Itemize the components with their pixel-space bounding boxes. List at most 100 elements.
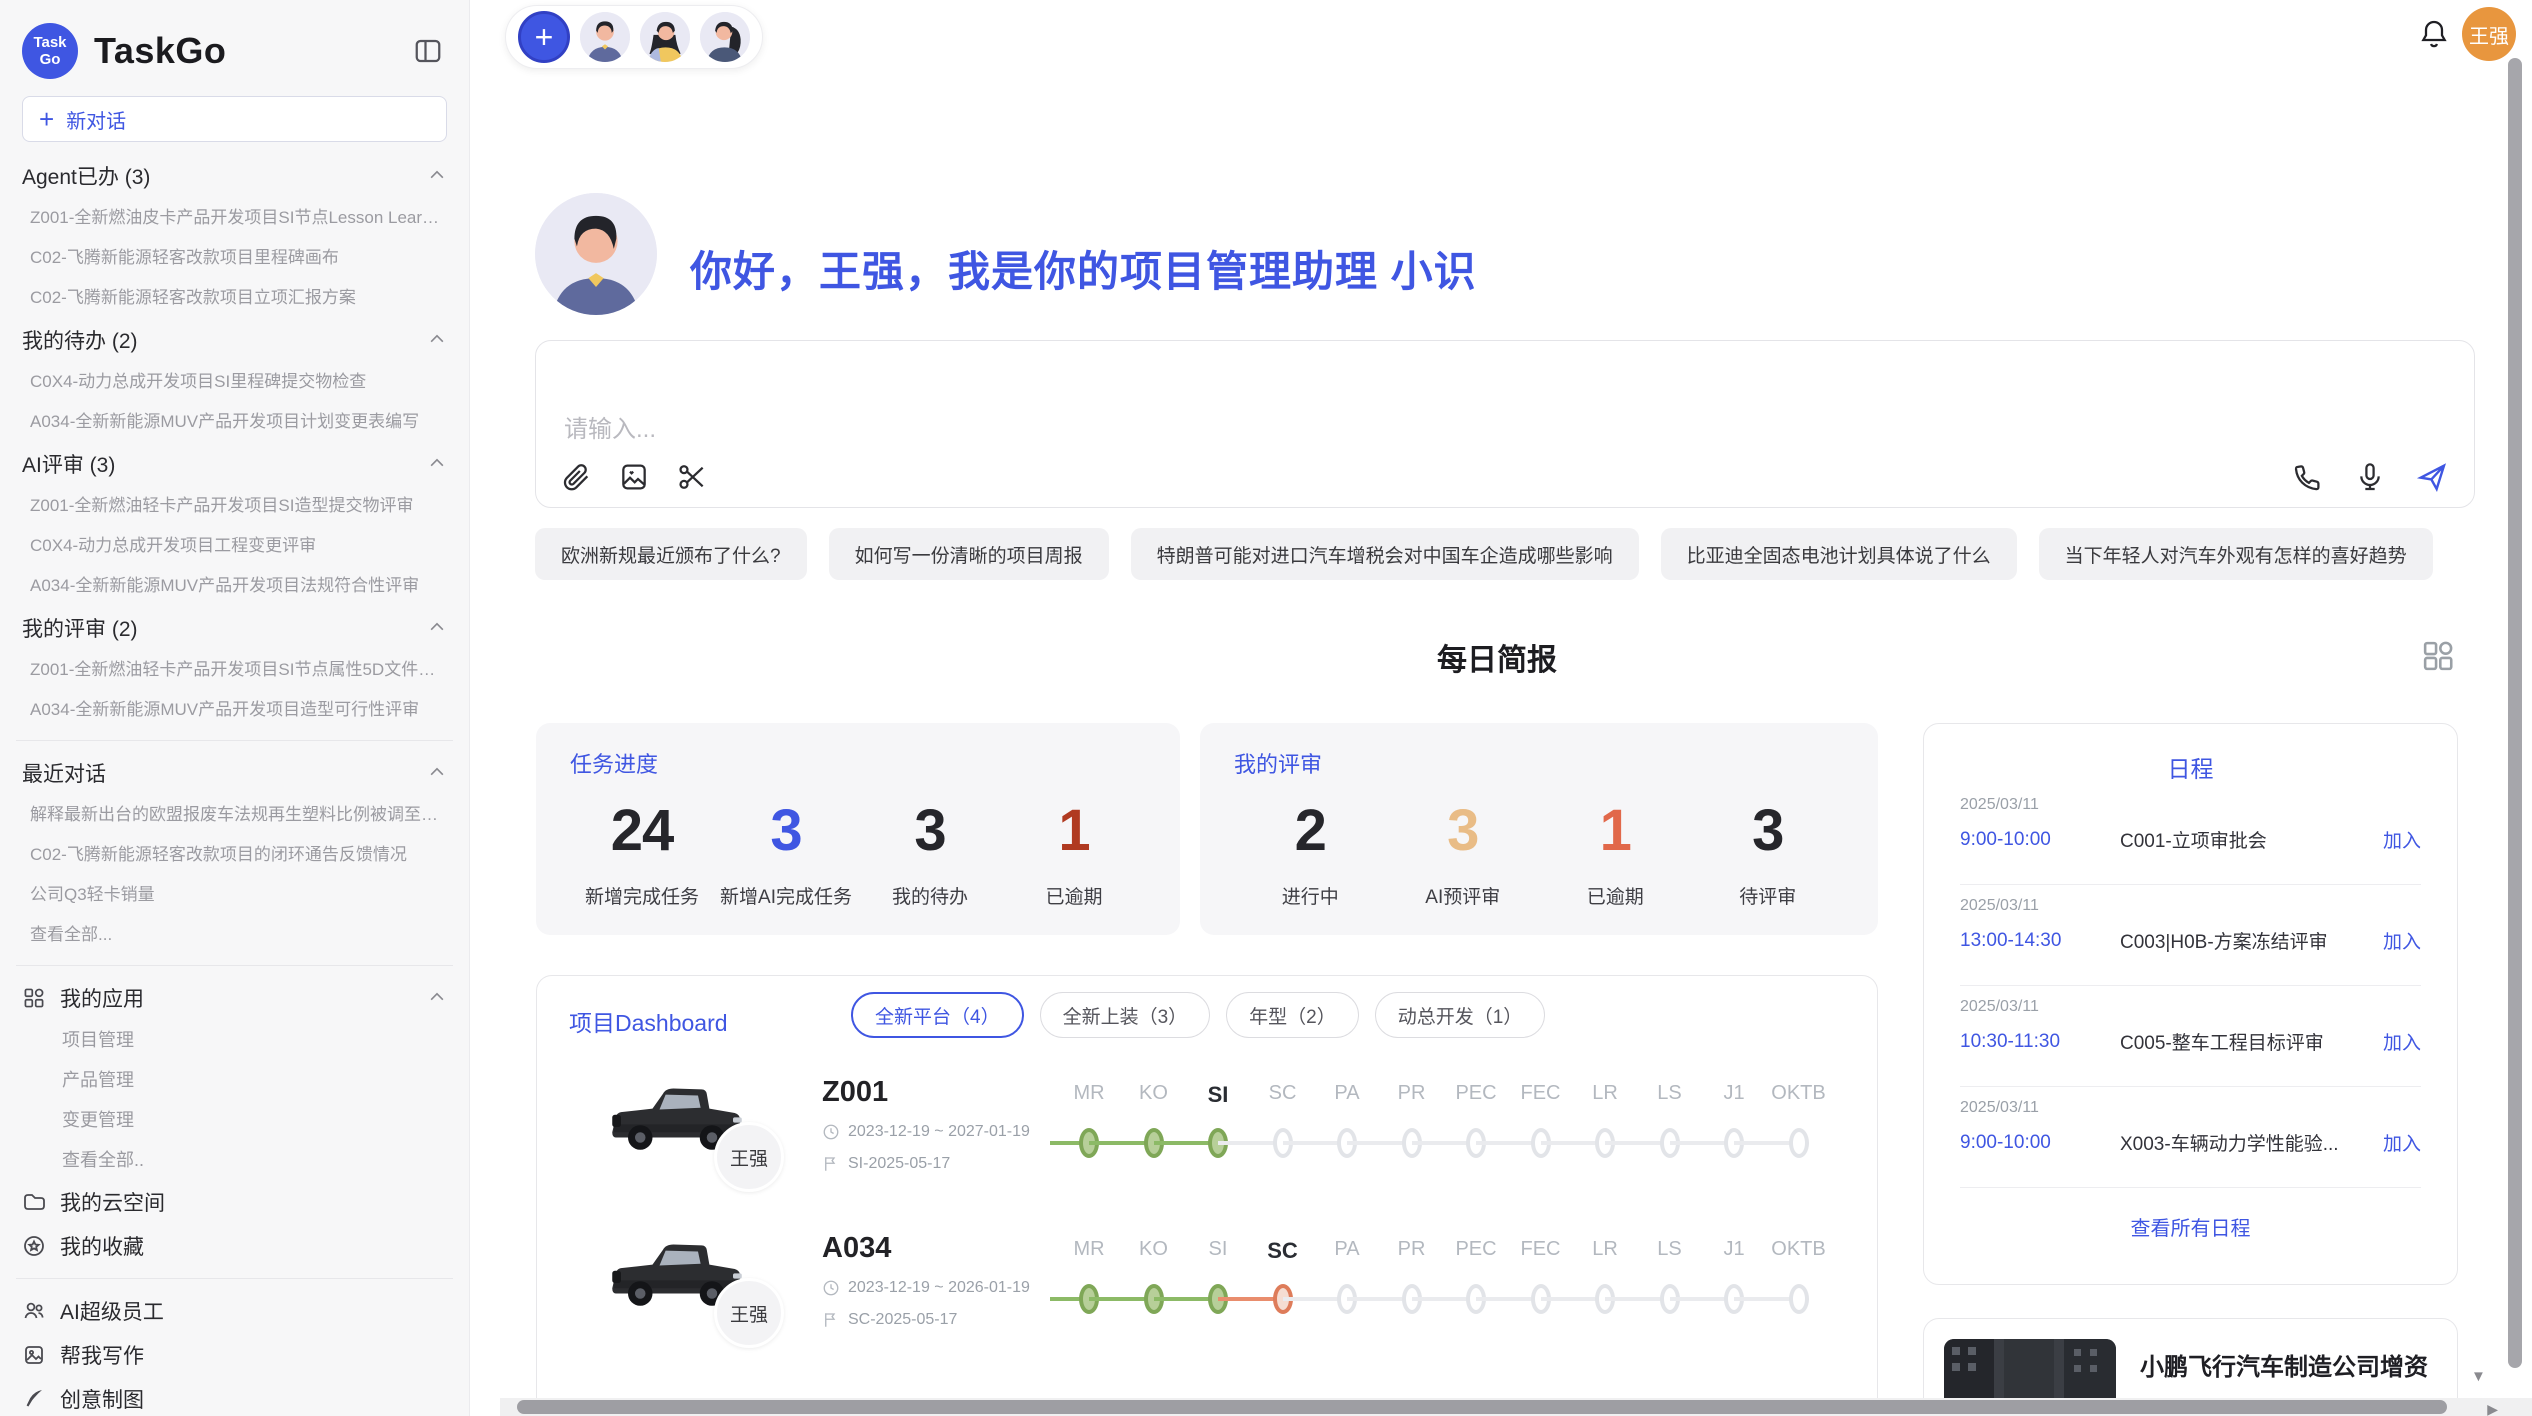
app-item[interactable]: 项目管理 (22, 1020, 447, 1060)
image-upload-icon[interactable] (618, 461, 650, 493)
chat-input-box[interactable]: 请输入... (535, 340, 2475, 508)
chevron-up-icon[interactable] (427, 763, 447, 783)
join-link[interactable]: 加入 (2383, 826, 2421, 853)
schedule-title: 日程 (1960, 750, 2421, 784)
horizontal-scrollbar-track[interactable]: ▶ (500, 1398, 2532, 1416)
folder-icon (22, 1190, 46, 1214)
project-code: Z001 (822, 1076, 1032, 1109)
write-helper-label: 帮我写作 (60, 1340, 144, 1370)
milestone-label: J1 (1723, 1238, 1744, 1261)
stat-label: 新增AI完成任务 (714, 882, 858, 909)
suggestion-chip[interactable]: 如何写一份清晰的项目周报 (829, 528, 1109, 580)
sidebar-item[interactable]: C02-飞腾新能源轻客改款项目立项汇报方案 (22, 278, 447, 318)
sidebar-item[interactable]: C02-飞腾新能源轻客改款项目里程碑画布 (22, 238, 447, 278)
milestone-label: LR (1592, 1238, 1618, 1261)
layout-grid-icon[interactable] (2420, 638, 2456, 674)
member-avatar[interactable] (640, 12, 690, 62)
sidebar-item-write-helper[interactable]: 帮我写作 (22, 1333, 447, 1377)
sidebar-item[interactable]: 查看全部... (22, 915, 447, 955)
suggestion-chip[interactable]: 当下年轻人对汽车外观有怎样的喜好趋势 (2039, 528, 2433, 580)
star-circle-icon (22, 1234, 46, 1258)
milestone-label: MR (1073, 1238, 1104, 1261)
microphone-icon[interactable] (2354, 461, 2386, 493)
stat-label: 已逾期 (1539, 882, 1692, 909)
dashboard-tabs: 全新平台（4） 全新上装（3） 年型（2） 动总开发（1） (851, 992, 1545, 1038)
owner-badge: 王强 (714, 1278, 784, 1348)
sidebar-item[interactable]: A034-全新新能源MUV产品开发项目法规符合性评审 (22, 566, 447, 606)
phone-icon[interactable] (2292, 461, 2324, 493)
join-link[interactable]: 加入 (2383, 927, 2421, 954)
scroll-down-arrow-icon[interactable]: ▼ (2471, 1368, 2486, 1385)
section-ai-review[interactable]: AI评审 (3) (22, 442, 447, 486)
sidebar-item-ai-employee[interactable]: AI超级员工 (22, 1289, 447, 1333)
image-icon (22, 1343, 46, 1367)
section-my-todo[interactable]: 我的待办 (2) (22, 318, 447, 362)
scroll-right-arrow-icon[interactable]: ▶ (2487, 1401, 2498, 1416)
dashboard-tab[interactable]: 年型（2） (1226, 992, 1359, 1038)
notification-bell-icon[interactable] (2418, 18, 2450, 50)
schedule-event-title: X003-车辆动力学性能验... (2120, 1129, 2383, 1156)
sidebar-item[interactable]: C0X4-动力总成开发项目工程变更评审 (22, 526, 447, 566)
sidebar-item-favorites[interactable]: 我的收藏 (22, 1224, 447, 1268)
new-chat-button[interactable]: + 新对话 (22, 96, 447, 142)
sidebar-item[interactable]: Z001-全新燃油轻卡产品开发项目SI节点属性5D文件评审 (22, 650, 447, 690)
favorites-label: 我的收藏 (60, 1231, 144, 1261)
milestone-label: PR (1398, 1238, 1426, 1261)
horizontal-scrollbar-thumb[interactable] (517, 1400, 2447, 1414)
stat: 1 已逾期 (1539, 797, 1692, 909)
sidebar-item-cloud-space[interactable]: 我的云空间 (22, 1180, 447, 1224)
sidebar-item[interactable]: 解释最新出台的欧盟报废车法规再生塑料比例被调至15%... (22, 795, 447, 835)
stat: 2 进行中 (1234, 797, 1387, 909)
suggestion-chip[interactable]: 特朗普可能对进口汽车增税会对中国车企造成哪些影响 (1131, 528, 1639, 580)
scissors-icon[interactable] (676, 461, 708, 493)
chevron-up-icon[interactable] (427, 166, 447, 186)
sidebar-collapse-icon[interactable] (413, 36, 443, 66)
sidebar-item[interactable]: 公司Q3轻卡销量 (22, 875, 447, 915)
join-link[interactable]: 加入 (2383, 1129, 2421, 1156)
vertical-scrollbar-thumb[interactable] (2508, 58, 2522, 1368)
project-row[interactable]: 王强Z0012023-12-19 ~ 2027-01-19SI-2025-05-… (537, 1076, 1877, 1232)
sidebar-item-creative-drawing[interactable]: 创意制图 (22, 1377, 447, 1416)
paperclip-icon[interactable] (560, 461, 592, 493)
section-recent-chats[interactable]: 最近对话 (22, 751, 447, 795)
user-avatar[interactable]: 王强 (2462, 7, 2516, 61)
section-agent-done[interactable]: Agent已办 (3) (22, 154, 447, 198)
my-review-list: Z001-全新燃油轻卡产品开发项目SI节点属性5D文件评审A034-全新新能源M… (22, 650, 447, 730)
project-dates: 2023-12-19 ~ 2027-01-19 (822, 1123, 1032, 1141)
schedule-date: 2025/03/11 (1960, 796, 2421, 814)
dashboard-tab[interactable]: 全新上装（3） (1040, 992, 1211, 1038)
member-avatar[interactable] (580, 12, 630, 62)
app-item[interactable]: 变更管理 (22, 1100, 447, 1140)
chevron-up-icon[interactable] (427, 454, 447, 474)
sidebar-item[interactable]: Z001-全新燃油轻卡产品开发项目SI造型提交物评审 (22, 486, 447, 526)
sidebar-item[interactable]: C02-飞腾新能源轻客改款项目的闭环通告反馈情况 (22, 835, 447, 875)
milestone-label: MR (1073, 1082, 1104, 1105)
app-item[interactable]: 查看全部.. (22, 1140, 447, 1180)
sidebar-item[interactable]: C0X4-动力总成开发项目SI里程碑提交物检查 (22, 362, 447, 402)
member-avatar[interactable] (700, 12, 750, 62)
dashboard-tab[interactable]: 全新平台（4） (851, 992, 1024, 1038)
chevron-up-icon[interactable] (427, 618, 447, 638)
section-my-apps[interactable]: 我的应用 (22, 976, 447, 1020)
sidebar-item[interactable]: Z001-全新燃油皮卡产品开发项目SI节点Lesson Learn报告 (22, 198, 447, 238)
suggestion-chip[interactable]: 比亚迪全固态电池计划具体说了什么 (1661, 528, 2017, 580)
view-all-schedule-link[interactable]: 查看所有日程 (1960, 1212, 2421, 1241)
send-icon[interactable] (2416, 461, 2448, 493)
schedule-panel: 日程 2025/03/11 9:00-10:00 C001-立项审批会 加入 2… (1923, 723, 2458, 1285)
dashboard-tab[interactable]: 动总开发（1） (1375, 992, 1546, 1038)
stat-value: 3 (858, 797, 1002, 864)
new-chat-label: 新对话 (66, 105, 126, 134)
chevron-up-icon[interactable] (427, 330, 447, 350)
project-row[interactable]: 王强A0342023-12-19 ~ 2026-01-19SC-2025-05-… (537, 1232, 1877, 1388)
sidebar-item[interactable]: A034-全新新能源MUV产品开发项目计划变更表编写 (22, 402, 447, 442)
sidebar-item[interactable]: A034-全新新能源MUV产品开发项目造型可行性评审 (22, 690, 447, 730)
app-item[interactable]: 产品管理 (22, 1060, 447, 1100)
chevron-up-icon[interactable] (427, 988, 447, 1008)
logo-line1: Task (33, 34, 66, 51)
add-member-button[interactable]: + (518, 11, 570, 63)
section-my-review[interactable]: 我的评审 (2) (22, 606, 447, 650)
grid-icon (22, 986, 46, 1010)
suggestion-chip[interactable]: 欧洲新规最近颁布了什么? (535, 528, 807, 580)
join-link[interactable]: 加入 (2383, 1028, 2421, 1055)
stat-value: 3 (714, 797, 858, 864)
